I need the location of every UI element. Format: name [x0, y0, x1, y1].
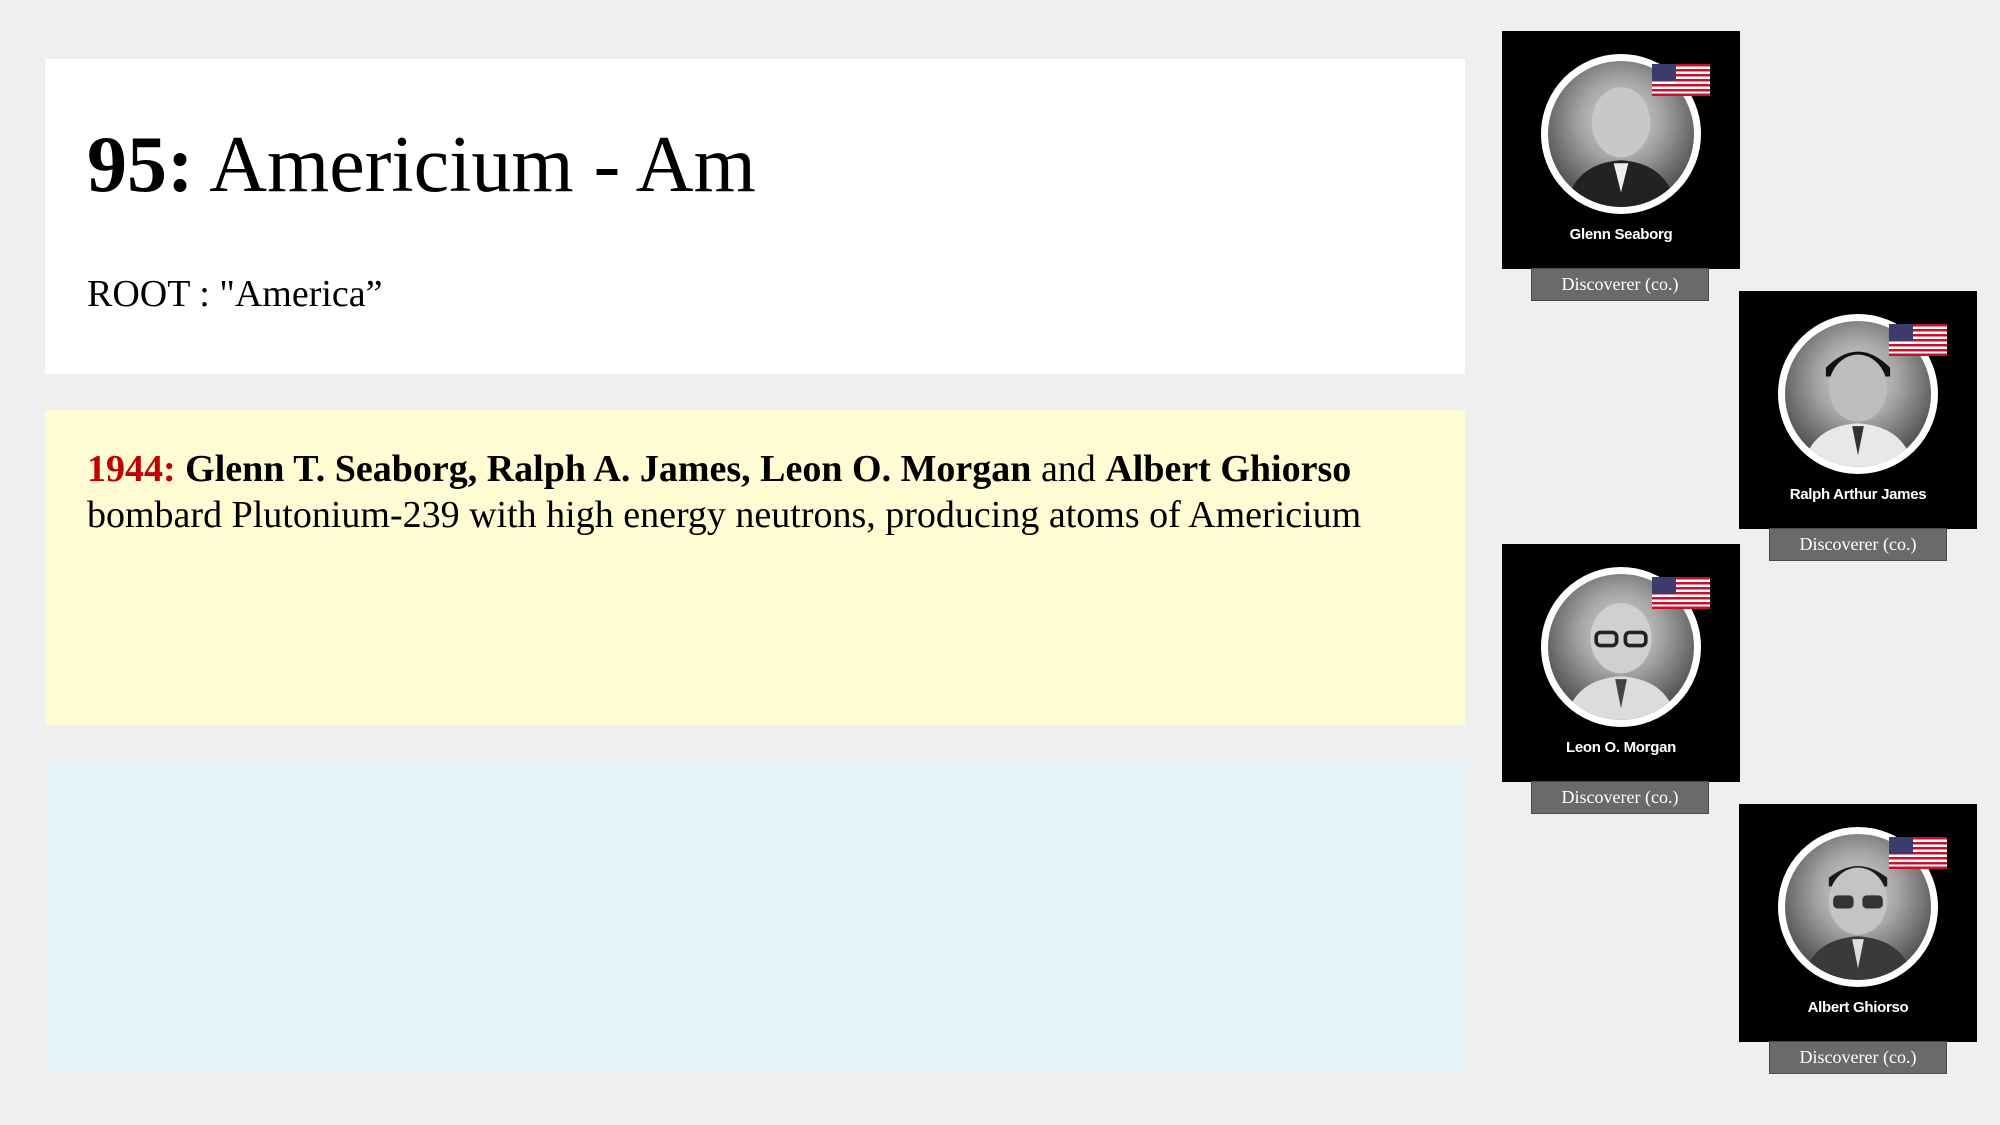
event-names-primary: Glenn T. Seaborg, Ralph A. James, Leon O… [185, 448, 1032, 490]
event-names-secondary: Albert Ghiorso [1105, 448, 1352, 490]
discoverer-role-badge: Discoverer (co.) [1769, 528, 1947, 561]
event-description: bombard Plutonium-239 with high energy n… [87, 494, 1362, 536]
discoverer-card: Ralph Arthur James [1739, 291, 1977, 529]
event-year: 1944: [87, 448, 176, 490]
usa-flag-icon [1889, 837, 1947, 869]
discoverer-name: Albert Ghiorso [1807, 999, 1909, 1016]
notes-panel [45, 761, 1465, 1074]
element-name: Americium - Am [209, 121, 756, 209]
element-number: 95: [87, 121, 194, 209]
discoverer-name: Ralph Arthur James [1789, 486, 1927, 503]
usa-flag-icon [1889, 324, 1947, 356]
discoverer-role-badge: Discoverer (co.) [1531, 268, 1709, 301]
discoverer-card: Albert Ghiorso [1739, 804, 1977, 1042]
discoverer-role-badge: Discoverer (co.) [1531, 781, 1709, 814]
usa-flag-icon [1652, 577, 1710, 609]
root-etymology: ROOT : "America” [87, 273, 383, 315]
discoverer-role-badge: Discoverer (co.) [1769, 1041, 1947, 1074]
discovery-event-text: 1944: Glenn T. Seaborg, Ralph A. James, … [87, 446, 1425, 538]
title-panel: 95: Americium - Am ROOT : "America” [45, 59, 1465, 374]
discoverer-name: Leon O. Morgan [1566, 739, 1676, 756]
discovery-event-panel: 1944: Glenn T. Seaborg, Ralph A. James, … [45, 410, 1465, 725]
discoverer-name: Glenn Seaborg [1569, 226, 1673, 243]
discoverer-card: Leon O. Morgan [1502, 544, 1740, 782]
discoverer-card: Glenn Seaborg [1502, 31, 1740, 269]
usa-flag-icon [1652, 64, 1710, 96]
element-title: 95: Americium - Am [87, 125, 756, 205]
event-conjunction: and [1031, 448, 1106, 490]
